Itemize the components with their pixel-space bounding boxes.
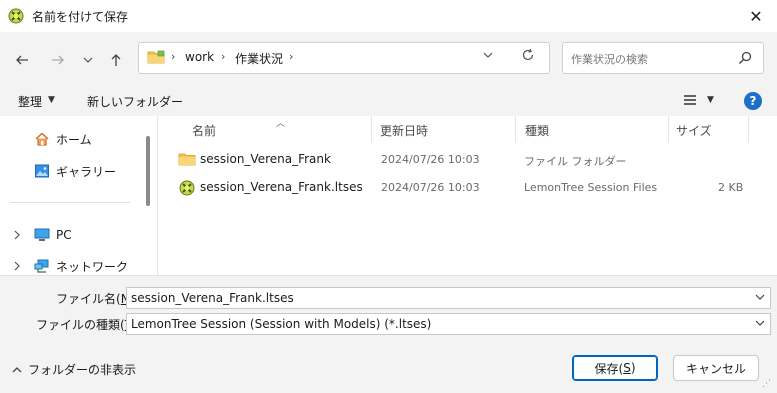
new-folder-button[interactable]: 新しいフォルダー <box>87 93 183 110</box>
search-icon[interactable] <box>737 50 753 66</box>
table-row[interactable]: session_Verena_Frank 2024/07/26 10:03 ファ… <box>158 148 777 172</box>
forward-button[interactable] <box>44 46 72 74</box>
lemontree-file-icon <box>179 180 195 196</box>
table-row[interactable]: session_Verena_Frank.ltses 2024/07/26 10… <box>158 176 777 200</box>
filetype-label-text: ファイルの種類( <box>36 318 125 332</box>
nav-pane-scrollbar[interactable] <box>146 136 150 206</box>
address-history-dropdown[interactable] <box>483 50 493 63</box>
network-icon <box>34 259 49 273</box>
nav-item-pc[interactable]: PC <box>12 224 72 246</box>
hide-folders-toggle[interactable]: フォルダーの非表示 <box>12 361 136 378</box>
file-size: 2 KB <box>718 181 744 194</box>
column-header-size[interactable]: サイズ <box>676 122 712 139</box>
arrow-up-icon <box>111 54 121 66</box>
gallery-icon <box>35 164 49 178</box>
file-name: session_Verena_Frank <box>200 152 331 166</box>
refresh-button[interactable] <box>521 48 535 66</box>
filename-label-text: ファイル名( <box>56 292 121 306</box>
file-list: ︿ 名前 更新日時 種類 サイズ session_Verena_Frank 20… <box>158 116 777 275</box>
search-placeholder[interactable]: 作業状況の検索 <box>571 51 648 67</box>
close-button[interactable]: ✕ <box>735 0 777 32</box>
column-separator[interactable] <box>371 116 372 142</box>
resize-grip-icon[interactable]: ⋰ <box>762 379 771 389</box>
chevron-right-icon[interactable] <box>12 230 22 240</box>
chevron-down-icon[interactable] <box>755 318 765 331</box>
close-icon: ✕ <box>749 6 763 26</box>
recent-locations-button[interactable] <box>74 46 102 74</box>
home-icon <box>35 132 49 146</box>
filename-combobox[interactable]: session_Verena_Frank.ltses <box>126 287 771 309</box>
window-title: 名前を付けて保存 <box>32 10 129 24</box>
file-name: session_Verena_Frank.ltses <box>200 180 363 194</box>
save-label: 保存( <box>594 361 624 376</box>
save-label-suffix: ) <box>630 361 636 375</box>
cancel-button[interactable]: キャンセル <box>673 355 759 381</box>
nav-item-label: PC <box>56 228 72 242</box>
column-header-modified[interactable]: 更新日時 <box>380 122 428 139</box>
hide-folders-label: フォルダーの非表示 <box>28 363 137 377</box>
file-modified: 2024/07/26 10:03 <box>381 153 480 166</box>
nav-item-label: ホーム <box>56 132 92 147</box>
back-button[interactable] <box>8 46 36 74</box>
navigation-bar: › work › 作業状況 › 作業状況の検索 <box>0 32 777 86</box>
chevron-down-icon <box>83 57 93 63</box>
help-icon[interactable]: ? <box>744 92 762 110</box>
nav-item-network[interactable]: ネットワーク <box>12 255 128 277</box>
lemontree-app-icon <box>8 8 24 24</box>
search-box[interactable]: 作業状況の検索 <box>562 42 764 74</box>
save-button[interactable]: 保存(S) <box>572 355 658 381</box>
command-toolbar: 整理 ▼ 新しいフォルダー ▼ ? <box>0 86 777 116</box>
nav-item-gallery[interactable]: ギャラリー <box>34 160 116 182</box>
file-modified: 2024/07/26 10:03 <box>381 181 480 194</box>
chevron-down-icon <box>483 52 493 58</box>
column-separator[interactable] <box>748 116 749 142</box>
folder-icon <box>147 50 165 64</box>
nav-divider <box>10 202 130 203</box>
column-separator[interactable] <box>668 116 669 142</box>
save-accesskey: S <box>623 361 631 375</box>
organize-menu-button[interactable]: 整理 <box>18 93 42 110</box>
view-options-icon[interactable] <box>682 93 698 107</box>
save-form: ファイル名(N): session_Verena_Frank.ltses ファイ… <box>0 275 777 393</box>
file-type: LemonTree Session Files <box>524 181 658 194</box>
breadcrumb-separator: › <box>171 50 176 63</box>
column-header-name[interactable]: 名前 <box>192 122 216 139</box>
breadcrumb-current[interactable]: 作業状況 <box>235 50 283 67</box>
chevron-up-icon <box>12 366 22 372</box>
column-separator[interactable] <box>515 116 516 142</box>
nav-item-label: ネットワーク <box>56 259 129 274</box>
breadcrumb-work[interactable]: work <box>185 50 214 64</box>
nav-item-home[interactable]: ホーム <box>34 128 92 150</box>
filetype-value[interactable]: LemonTree Session (Session with Models) … <box>131 317 431 331</box>
arrow-left-icon <box>16 55 28 65</box>
nav-item-label: ギャラリー <box>56 164 117 179</box>
up-button[interactable] <box>102 46 130 74</box>
navigation-pane: ホーム ギャラリー PC ネットワーク <box>0 116 157 275</box>
caret-down-icon[interactable]: ▼ <box>48 95 55 105</box>
breadcrumb-separator[interactable]: › <box>221 50 225 63</box>
arrow-right-icon <box>52 55 64 65</box>
filetype-select[interactable]: LemonTree Session (Session with Models) … <box>126 313 771 335</box>
chevron-down-icon[interactable] <box>755 292 765 305</box>
chevron-right-icon[interactable] <box>12 261 22 271</box>
refresh-icon <box>522 48 534 61</box>
caret-down-icon[interactable]: ▼ <box>707 95 714 105</box>
title-bar: 名前を付けて保存 ✕ <box>0 0 777 32</box>
folder-icon <box>178 153 196 166</box>
file-type: ファイル フォルダー <box>524 155 627 168</box>
pc-icon <box>34 228 50 241</box>
address-bar[interactable]: › work › 作業状況 › <box>138 42 550 74</box>
breadcrumb-separator[interactable]: › <box>289 50 293 63</box>
filename-input[interactable]: session_Verena_Frank.ltses <box>131 291 294 305</box>
column-header-type[interactable]: 種類 <box>525 122 549 139</box>
sort-ascending-icon: ︿ <box>276 119 286 129</box>
